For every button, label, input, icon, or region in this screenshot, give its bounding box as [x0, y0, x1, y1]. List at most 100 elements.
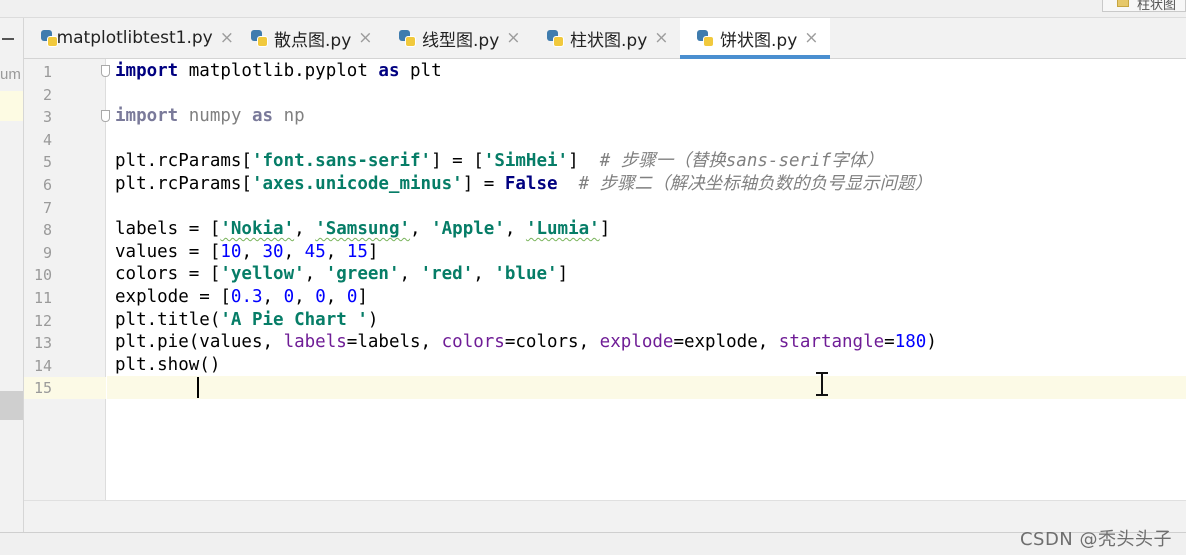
keyword-argument: colors: [441, 332, 505, 353]
code-area[interactable]: import matplotlib.pyplot as plt import n…: [107, 59, 1186, 500]
folder-icon: [1117, 0, 1129, 7]
line-number-current: 15: [24, 377, 106, 400]
code-text: ,: [283, 241, 305, 262]
string-literal: 'green': [325, 264, 400, 285]
tab-pie-chart[interactable]: 饼状图.py ×: [680, 18, 830, 59]
tab-label: 线型图.py: [422, 30, 500, 51]
code-text: ,: [473, 264, 495, 285]
code-line-8[interactable]: labels = ['Nokia', 'Samsung', 'Apple', '…: [107, 218, 1186, 241]
code-text: ]: [367, 241, 379, 262]
code-text: ,: [262, 287, 284, 307]
tab-scatter[interactable]: 散点图.py ×: [234, 18, 382, 58]
number-literal: 45: [304, 241, 326, 262]
alias: plt: [399, 61, 442, 81]
tab-bar-chart[interactable]: 柱状图.py ×: [530, 18, 680, 58]
python-file-icon: [398, 29, 417, 48]
status-bar: [0, 532, 1186, 555]
horizontal-scrollbar-area[interactable]: [24, 500, 1186, 532]
python-file-icon: [40, 29, 58, 48]
line-number: 3: [42, 108, 52, 127]
line-number: 8: [42, 221, 52, 240]
close-icon[interactable]: ×: [358, 28, 372, 48]
selected-row-highlight: [0, 91, 23, 121]
code-editor[interactable]: 1 2 3 4 5 6 7 8 9 10 11 12 13 14 15 impo…: [24, 59, 1186, 500]
code-line-15-current[interactable]: [107, 376, 1186, 399]
code-text: ): [926, 332, 937, 353]
code-text: ,: [504, 219, 526, 240]
python-file-icon: [546, 29, 565, 48]
number-literal: 10: [220, 241, 242, 262]
code-text: plt.rcParams[: [115, 151, 252, 172]
keyword: as: [378, 61, 400, 81]
code-text: ,: [410, 219, 432, 240]
string-literal: 'blue': [494, 264, 558, 285]
string-literal: 'font.sans-serif': [251, 151, 432, 172]
code-line-12[interactable]: plt.title('A Pie Chart '): [107, 309, 1186, 332]
close-icon[interactable]: ×: [506, 28, 520, 48]
ide-window: 柱状图 um matplotlibtest1.py × 散点图.py × 线型图…: [0, 0, 1186, 555]
code-text: ]: [568, 151, 600, 172]
code-line-5[interactable]: plt.rcParams['font.sans-serif'] = ['SimH…: [107, 150, 1186, 173]
number-literal: 0: [346, 287, 358, 307]
code-line-13[interactable]: plt.pie(values, labels=labels, colors=co…: [107, 331, 1186, 354]
keyword-argument: startangle: [778, 332, 885, 353]
code-text: plt.title(: [115, 309, 221, 330]
line-number-gutter: 1 2 3 4 5 6 7 8 9 10 11 12 13 14 15: [24, 59, 110, 500]
collapse-icon[interactable]: [2, 38, 14, 40]
close-icon[interactable]: ×: [220, 28, 234, 48]
number-literal: 180: [894, 332, 927, 353]
code-line-9[interactable]: values = [10, 30, 45, 15]: [107, 241, 1186, 264]
close-icon[interactable]: ×: [654, 28, 668, 48]
code-text: ,: [325, 287, 347, 307]
code-line-14[interactable]: plt.show(): [107, 354, 1186, 377]
line-number: 13: [33, 334, 52, 353]
code-text: ,: [304, 264, 326, 285]
tab-matplotlibtest1[interactable]: matplotlibtest1.py ×: [24, 18, 234, 58]
line-number: 14: [33, 356, 52, 375]
number-literal: 0: [283, 287, 295, 307]
code-text: explode = [: [115, 287, 231, 307]
string-literal: 'Samsung': [315, 219, 411, 240]
string-literal: 'A Pie Chart ': [220, 309, 368, 330]
line-number: 10: [33, 266, 52, 285]
string-literal: 'red': [420, 264, 474, 285]
keyword-unused: as: [251, 106, 274, 127]
line-number: 1: [42, 63, 52, 81]
code-line-11[interactable]: explode = [0.3, 0, 0, 0]: [107, 286, 1186, 309]
module-name: matplotlib.pyplot: [178, 61, 379, 81]
number-literal: 0: [315, 287, 326, 307]
alias-unused: np: [273, 106, 305, 127]
code-text: ,: [399, 264, 421, 285]
tab-label: 散点图.py: [274, 30, 352, 51]
corner-file-tab[interactable]: 柱状图: [1102, 0, 1186, 12]
code-text: plt.pie(values,: [115, 332, 284, 353]
string-literal: 'SimHei': [483, 151, 569, 172]
code-line-6[interactable]: plt.rcParams['axes.unicode_minus'] = Fal…: [107, 173, 1186, 196]
code-line-3[interactable]: import numpy as np: [107, 105, 1186, 128]
close-icon[interactable]: ×: [804, 28, 818, 48]
text-caret: [197, 377, 199, 398]
code-text: ]: [557, 264, 569, 285]
code-text: ,: [294, 219, 316, 240]
string-literal: 'Nokia': [220, 219, 295, 240]
code-text: plt.rcParams[: [115, 174, 252, 194]
line-number: 6: [42, 176, 52, 194]
line-number: 5: [42, 153, 52, 172]
code-text: ] = [: [431, 151, 484, 172]
code-text: =colors,: [504, 332, 600, 353]
keyword: False: [504, 174, 558, 194]
code-line-1[interactable]: import matplotlib.pyplot as plt: [107, 60, 1186, 83]
project-panel-strip[interactable]: um: [0, 18, 24, 532]
ibeam-cursor-icon: [815, 372, 829, 396]
number-literal: 15: [346, 241, 368, 262]
tab-label: 柱状图.py: [570, 30, 648, 51]
code-line-10[interactable]: colors = ['yellow', 'green', 'red', 'blu…: [107, 263, 1186, 286]
code-text: =labels,: [346, 332, 442, 353]
code-text: ]: [599, 219, 611, 240]
code-text: ]: [357, 287, 368, 307]
selected-row-grey[interactable]: [0, 391, 23, 420]
tab-label: matplotlibtest1.py: [56, 28, 213, 48]
tab-label: 饼状图.py: [720, 30, 798, 51]
tab-line[interactable]: 线型图.py ×: [382, 18, 530, 58]
